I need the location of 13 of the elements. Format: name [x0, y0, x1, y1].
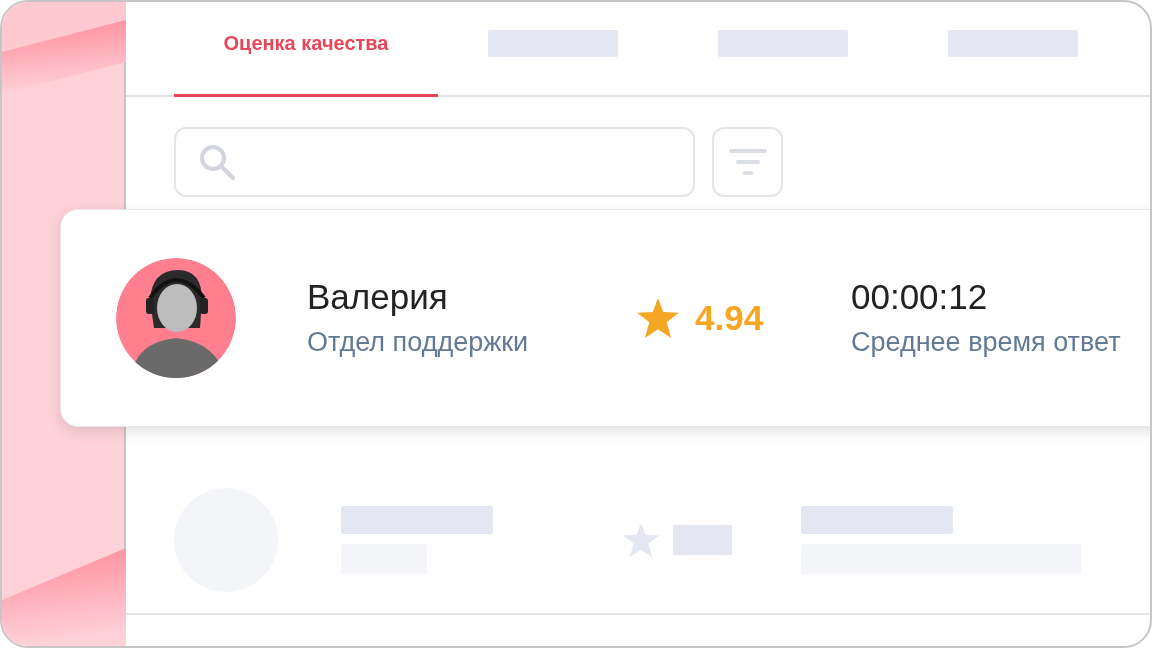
response-time: 00:00:12: [851, 278, 989, 317]
rating: 4.94: [695, 298, 764, 338]
star-icon: [623, 523, 659, 557]
filter-icon: [728, 149, 767, 175]
search-field[interactable]: [174, 127, 695, 197]
response-time-caption: Среднее время ответ: [851, 326, 1122, 358]
filter-button[interactable]: [712, 127, 783, 197]
tab[interactable]: Оценка качества: [174, 2, 438, 97]
agent-name: Валерия: [307, 278, 449, 317]
placeholder-bar: [673, 525, 732, 555]
search-icon: [198, 143, 236, 181]
star-icon: [637, 298, 679, 338]
department: Отдел поддержки: [307, 326, 530, 358]
